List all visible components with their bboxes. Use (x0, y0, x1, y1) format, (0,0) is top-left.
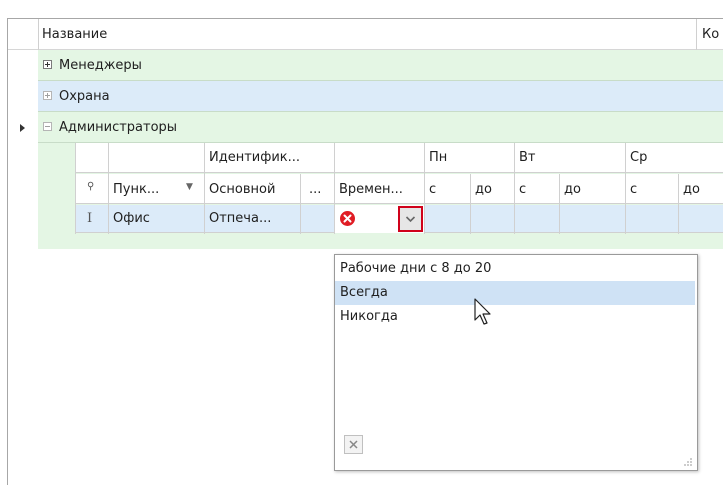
cell-main[interactable]: Отпеча... (209, 212, 271, 225)
column-header-wed-to[interactable]: до (683, 183, 700, 196)
band-header-tue[interactable]: Вт (519, 151, 536, 164)
resize-grip-icon[interactable] (681, 455, 693, 467)
column-header-mon-from[interactable]: с (429, 183, 436, 196)
column-header-ellipsis[interactable]: ... (309, 183, 321, 196)
column-header-name[interactable]: Название (42, 28, 107, 41)
clear-button[interactable] (344, 435, 363, 454)
group-row-security[interactable]: Охрана (38, 81, 723, 112)
row-indicator-icon (20, 124, 25, 132)
column-header-tue-to[interactable]: до (564, 183, 581, 196)
column-header-partial[interactable]: Ко (702, 28, 719, 41)
column-header-wed-from[interactable]: с (630, 183, 637, 196)
header-divider (696, 19, 697, 50)
sort-dropdown-icon[interactable]: ▼ (186, 183, 193, 192)
time-dropdown-list: Рабочие дни с 8 до 20 Всегда Никогда (334, 254, 698, 471)
search-icon[interactable]: ⚲ (87, 182, 94, 192)
close-icon (349, 440, 358, 449)
group-label: Администраторы (59, 120, 178, 135)
column-header-mon-to[interactable]: до (475, 183, 492, 196)
cell-point[interactable]: Офис (113, 212, 150, 225)
clear-value-icon[interactable] (340, 211, 355, 226)
text-cursor-icon: I (87, 211, 93, 226)
band-header-mon[interactable]: Пн (429, 151, 447, 164)
grid-header (8, 19, 723, 50)
mouse-pointer-icon (474, 298, 491, 325)
expand-icon[interactable] (43, 60, 52, 69)
dropdown-item-selected[interactable]: Всегда (335, 281, 695, 305)
column-header-tue-from[interactable]: с (519, 183, 526, 196)
group-label: Менеджеры (59, 58, 142, 73)
dropdown-item[interactable]: Никогда (335, 305, 695, 329)
collapse-icon[interactable] (43, 122, 52, 131)
dropdown-toggle-button[interactable] (398, 206, 423, 232)
group-row-administrators[interactable]: Администраторы (38, 112, 723, 143)
dropdown-item[interactable]: Рабочие дни с 8 до 20 (335, 257, 695, 281)
chevron-down-icon (405, 216, 416, 223)
column-header-point[interactable]: Пунк... (113, 183, 159, 196)
column-header-main[interactable]: Основной (209, 183, 275, 196)
column-header-time[interactable]: Времен... (339, 183, 403, 196)
group-label: Охрана (59, 89, 110, 104)
band-header-wed[interactable]: Ср (630, 151, 647, 164)
expand-icon[interactable] (43, 91, 52, 100)
band-header-identifier[interactable]: Идентифик... (209, 151, 300, 164)
group-row-managers[interactable]: Менеджеры (38, 50, 723, 81)
